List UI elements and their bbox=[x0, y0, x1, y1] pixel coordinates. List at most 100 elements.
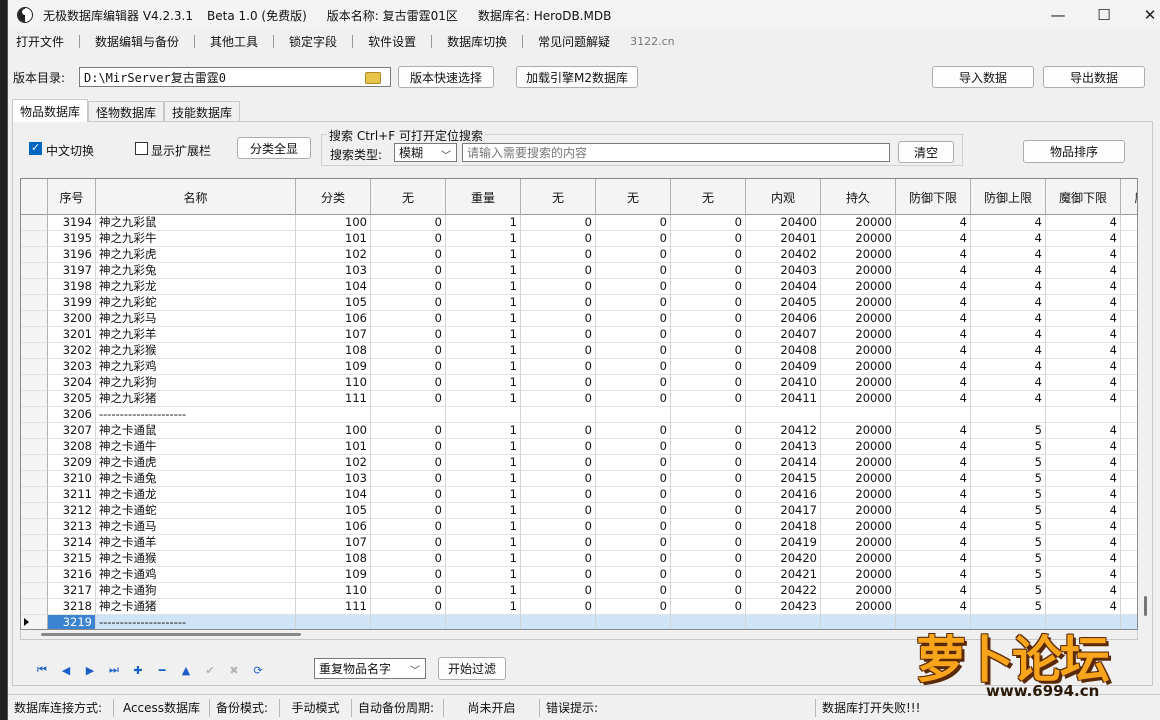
row-indicator[interactable] bbox=[21, 247, 48, 263]
table-cell[interactable]: 0 bbox=[371, 343, 446, 359]
export-data-button[interactable]: 导出数据 bbox=[1043, 66, 1145, 88]
horizontal-scroll-thumb[interactable] bbox=[41, 633, 301, 636]
table-cell[interactable]: 0 bbox=[371, 567, 446, 583]
table-cell[interactable]: 0 bbox=[371, 375, 446, 391]
table-cell[interactable]: 0 bbox=[521, 551, 596, 567]
table-cell[interactable]: 0 bbox=[521, 519, 596, 535]
items-data-grid[interactable]: 序号名称分类无重量无无无内观持久防御下限防御上限魔御下限魔 3194神之九彩鼠1… bbox=[20, 178, 1138, 630]
table-cell[interactable]: 4 bbox=[896, 423, 971, 439]
table-cell[interactable]: 0 bbox=[671, 231, 746, 247]
menu-switch-database[interactable]: 数据库切换 bbox=[439, 33, 515, 50]
table-cell[interactable]: 20000 bbox=[821, 583, 896, 599]
table-cell[interactable]: 4 bbox=[896, 551, 971, 567]
refresh-record-icon[interactable]: ⟳ bbox=[246, 660, 270, 680]
table-cell[interactable] bbox=[521, 407, 596, 423]
table-cell[interactable]: 20000 bbox=[821, 231, 896, 247]
column-header[interactable]: 无 bbox=[371, 179, 446, 215]
table-cell[interactable]: 3205 bbox=[48, 391, 96, 407]
table-cell[interactable]: 20414 bbox=[746, 455, 821, 471]
table-cell[interactable]: 3216 bbox=[48, 567, 96, 583]
table-cell[interactable]: 4 bbox=[971, 295, 1046, 311]
table-cell[interactable]: 1 bbox=[446, 215, 521, 231]
table-cell[interactable]: 0 bbox=[596, 215, 671, 231]
prior-record-icon[interactable]: ◀ bbox=[54, 660, 78, 680]
table-cell[interactable]: 3217 bbox=[48, 583, 96, 599]
table-cell[interactable]: 4 bbox=[1046, 215, 1121, 231]
table-cell[interactable]: 3214 bbox=[48, 535, 96, 551]
table-cell[interactable] bbox=[1121, 599, 1137, 615]
table-cell[interactable]: 20000 bbox=[821, 599, 896, 615]
table-cell[interactable]: 20000 bbox=[821, 327, 896, 343]
table-cell[interactable] bbox=[371, 615, 446, 629]
table-cell[interactable]: 0 bbox=[371, 295, 446, 311]
row-indicator[interactable] bbox=[21, 215, 48, 231]
table-cell[interactable]: 0 bbox=[371, 359, 446, 375]
table-cell[interactable]: 0 bbox=[521, 583, 596, 599]
folder-browse-icon[interactable] bbox=[365, 72, 381, 84]
table-cell[interactable]: 4 bbox=[896, 375, 971, 391]
table-cell[interactable]: 0 bbox=[596, 391, 671, 407]
row-indicator[interactable] bbox=[21, 359, 48, 375]
table-cell[interactable]: 1 bbox=[446, 375, 521, 391]
table-cell[interactable]: 101 bbox=[296, 231, 371, 247]
table-cell[interactable]: 1 bbox=[446, 231, 521, 247]
table-cell[interactable]: 0 bbox=[671, 455, 746, 471]
table-cell[interactable]: --------------------- bbox=[96, 407, 296, 423]
table-cell[interactable]: 神之九彩鸡 bbox=[96, 359, 296, 375]
table-cell[interactable]: 5 bbox=[971, 455, 1046, 471]
version-dir-input[interactable]: D:\MirServer复古雷霆0 bbox=[79, 67, 391, 87]
table-cell[interactable]: 0 bbox=[521, 487, 596, 503]
table-cell[interactable]: 神之卡通猴 bbox=[96, 551, 296, 567]
row-indicator[interactable] bbox=[21, 583, 48, 599]
table-cell[interactable]: 20000 bbox=[821, 439, 896, 455]
column-header[interactable]: 防御下限 bbox=[896, 179, 971, 215]
post-record-icon[interactable]: ✔ bbox=[198, 660, 222, 680]
table-cell[interactable]: 4 bbox=[896, 327, 971, 343]
table-cell[interactable]: 101 bbox=[296, 439, 371, 455]
table-cell[interactable]: 0 bbox=[596, 247, 671, 263]
table-cell[interactable]: 4 bbox=[1046, 519, 1121, 535]
table-row[interactable]: 3199 神之九彩蛇 105 0 1 0 0 0 20405 20000 4 4 4 bbox=[21, 295, 1137, 311]
row-indicator[interactable] bbox=[21, 487, 48, 503]
table-row[interactable]: 3217 神之卡通狗 110 0 1 0 0 0 20422 20000 4 5 4 bbox=[21, 583, 1137, 599]
table-cell[interactable]: 5 bbox=[971, 519, 1046, 535]
table-cell[interactable]: 3206 bbox=[48, 407, 96, 423]
table-cell[interactable] bbox=[971, 407, 1046, 423]
item-sort-button[interactable]: 物品排序 bbox=[1023, 140, 1125, 163]
row-indicator[interactable] bbox=[21, 519, 48, 535]
table-cell[interactable]: 4 bbox=[1046, 391, 1121, 407]
table-cell[interactable] bbox=[1121, 375, 1137, 391]
table-cell[interactable]: 5 bbox=[971, 583, 1046, 599]
table-cell[interactable]: 105 bbox=[296, 503, 371, 519]
table-cell[interactable]: 3212 bbox=[48, 503, 96, 519]
table-cell[interactable]: 4 bbox=[1046, 295, 1121, 311]
table-cell[interactable]: 1 bbox=[446, 567, 521, 583]
table-cell[interactable]: 神之卡通鼠 bbox=[96, 423, 296, 439]
table-cell[interactable]: 0 bbox=[671, 583, 746, 599]
table-cell[interactable]: 0 bbox=[671, 311, 746, 327]
table-cell[interactable]: 0 bbox=[671, 391, 746, 407]
table-cell[interactable]: 神之卡通龙 bbox=[96, 487, 296, 503]
table-cell[interactable]: 0 bbox=[521, 503, 596, 519]
table-cell[interactable]: 0 bbox=[371, 471, 446, 487]
table-cell[interactable]: 20408 bbox=[746, 343, 821, 359]
table-row[interactable]: 3214 神之卡通羊 107 0 1 0 0 0 20419 20000 4 5 4 bbox=[21, 535, 1137, 551]
search-input[interactable]: 请输入需要搜索的内容 bbox=[462, 143, 890, 162]
table-cell[interactable]: 20401 bbox=[746, 231, 821, 247]
table-cell[interactable]: 20411 bbox=[746, 391, 821, 407]
table-cell[interactable]: 0 bbox=[596, 279, 671, 295]
table-cell[interactable] bbox=[1121, 455, 1137, 471]
table-cell[interactable]: 3213 bbox=[48, 519, 96, 535]
table-cell[interactable]: 4 bbox=[1046, 359, 1121, 375]
table-row[interactable]: 3218 神之卡通猪 111 0 1 0 0 0 20423 20000 4 5 4 bbox=[21, 599, 1137, 615]
table-cell[interactable]: 3219 bbox=[48, 615, 96, 629]
table-cell[interactable]: 0 bbox=[521, 391, 596, 407]
table-cell[interactable] bbox=[1121, 231, 1137, 247]
table-cell[interactable]: 神之九彩兔 bbox=[96, 263, 296, 279]
table-cell[interactable] bbox=[671, 407, 746, 423]
table-cell[interactable]: 4 bbox=[971, 327, 1046, 343]
table-cell[interactable] bbox=[1121, 551, 1137, 567]
table-cell[interactable]: 4 bbox=[1046, 471, 1121, 487]
table-cell[interactable]: 3195 bbox=[48, 231, 96, 247]
table-cell[interactable] bbox=[1121, 487, 1137, 503]
